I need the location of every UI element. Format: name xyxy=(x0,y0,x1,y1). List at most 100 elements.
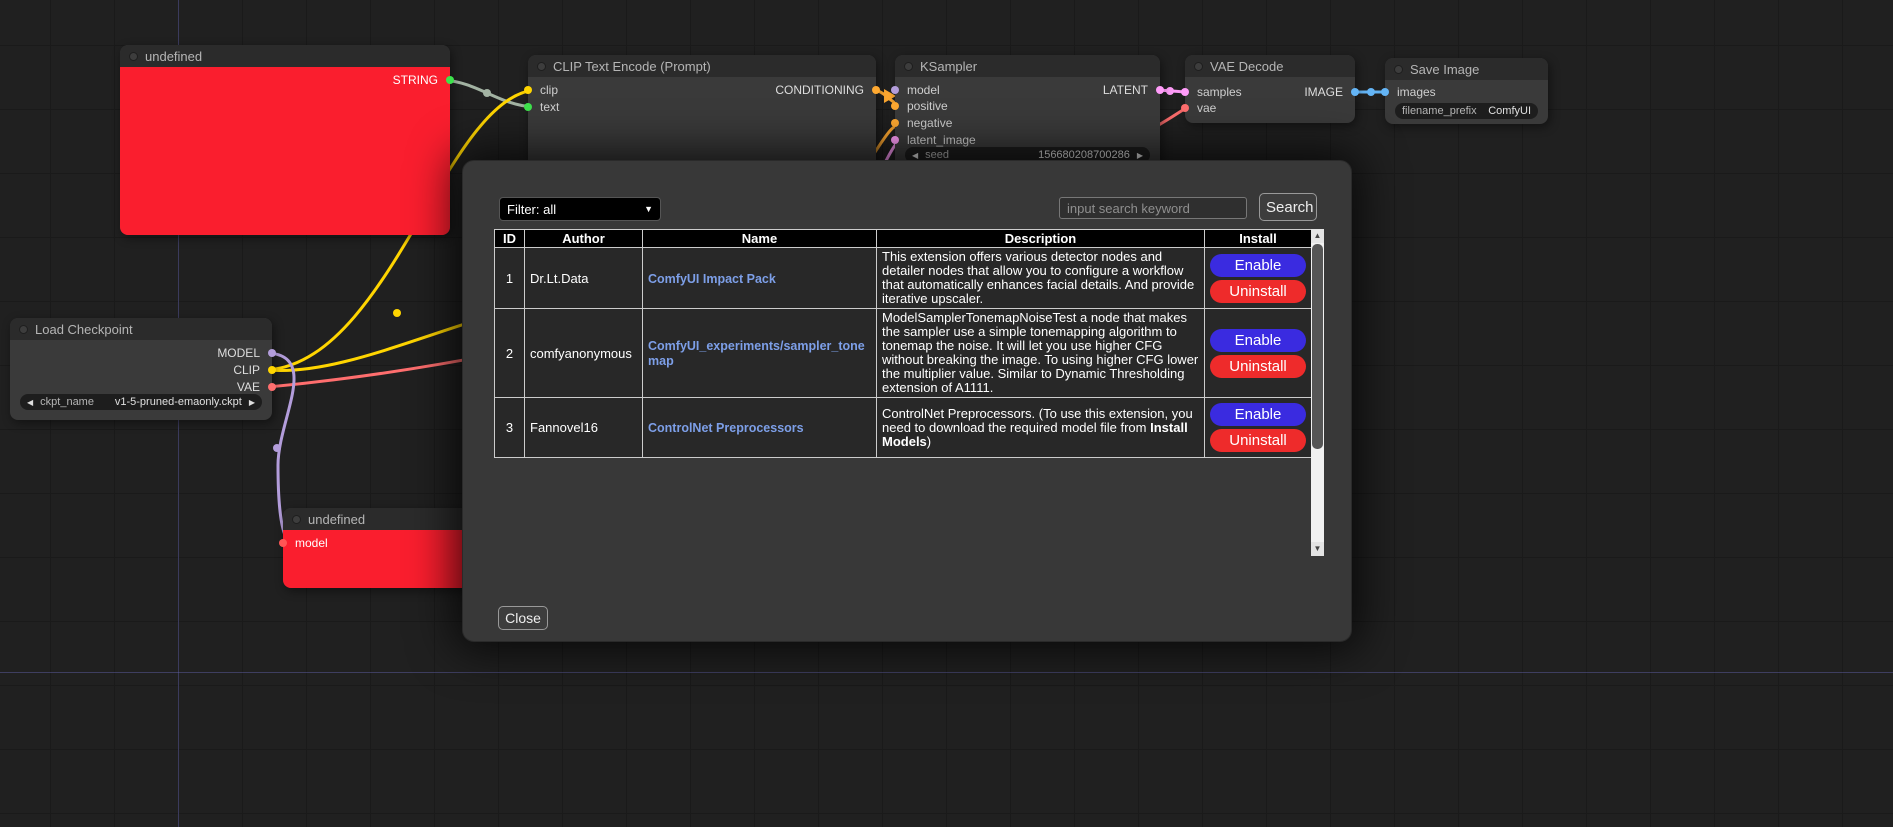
output-label-latent: LATENT xyxy=(1103,82,1148,98)
header-install: Install xyxy=(1205,230,1312,248)
search-button[interactable]: Search xyxy=(1259,193,1317,221)
extension-link[interactable]: ComfyUI_experiments/sampler_tonemap xyxy=(648,339,865,368)
enable-button[interactable]: Enable xyxy=(1210,403,1306,426)
node-titlebar[interactable]: Load Checkpoint xyxy=(10,318,272,340)
input-label-negative: negative xyxy=(907,116,952,130)
cell-description: ControlNet Preprocessors. (To use this e… xyxy=(877,398,1205,458)
node-title: CLIP Text Encode (Prompt) xyxy=(553,59,711,74)
next-icon[interactable]: ▶ xyxy=(249,398,255,407)
input-pin-model[interactable] xyxy=(891,86,899,94)
node-undefined-top[interactable]: undefined STRING xyxy=(120,45,450,235)
output-pin-latent[interactable] xyxy=(1156,86,1164,94)
output-pin-image[interactable] xyxy=(1351,88,1359,96)
uninstall-button[interactable]: Uninstall xyxy=(1210,429,1306,452)
filename-prefix-widget[interactable]: filename_prefix ComfyUI xyxy=(1395,103,1538,119)
output-label-model: MODEL xyxy=(217,345,260,361)
output-pin-model[interactable] xyxy=(268,349,276,357)
input-pin-negative[interactable] xyxy=(891,119,899,127)
node-title: Save Image xyxy=(1410,62,1479,77)
cell-author: Dr.Lt.Data xyxy=(525,248,643,309)
node-titlebar[interactable]: CLIP Text Encode (Prompt) xyxy=(528,55,876,77)
cell-author: comfyanonymous xyxy=(525,309,643,398)
input-label-text: text xyxy=(540,100,559,114)
input-label-model: model xyxy=(907,83,940,97)
node-status-icon xyxy=(537,62,546,71)
input-label-samples: samples xyxy=(1197,85,1242,99)
input-pin-model[interactable] xyxy=(279,539,287,547)
node-titlebar[interactable]: undefined xyxy=(120,45,450,67)
output-pin-clip[interactable] xyxy=(268,366,276,374)
input-label-positive: positive xyxy=(907,99,948,113)
cell-description: ModelSamplerTonemapNoiseTest a node that… xyxy=(877,309,1205,398)
node-ksampler[interactable]: KSampler model LATENT positive negative … xyxy=(895,55,1160,170)
scroll-down-icon[interactable]: ▼ xyxy=(1311,542,1324,556)
increment-icon[interactable]: ▶ xyxy=(1137,151,1143,160)
node-titlebar[interactable]: VAE Decode xyxy=(1185,55,1355,77)
input-pin-vae[interactable] xyxy=(1181,104,1189,112)
search-input[interactable] xyxy=(1059,197,1247,219)
input-pin-latent-image[interactable] xyxy=(891,136,899,144)
extension-link[interactable]: ControlNet Preprocessors xyxy=(648,421,804,435)
table-header-row: ID Author Name Description Install xyxy=(495,230,1312,248)
table-scrollbar[interactable]: ▲ ▼ xyxy=(1311,229,1324,556)
output-pin-vae[interactable] xyxy=(268,383,276,391)
filter-select[interactable]: Filter: all xyxy=(499,197,661,221)
uninstall-button[interactable]: Uninstall xyxy=(1210,280,1306,303)
cell-id: 3 xyxy=(495,398,525,458)
node-status-icon xyxy=(1394,65,1403,74)
cell-install: Enable Uninstall xyxy=(1205,398,1312,458)
input-pin-text[interactable] xyxy=(524,103,532,111)
output-label-clip: CLIP xyxy=(233,362,260,378)
ckpt-name-value: v1-5-pruned-emaonly.ckpt xyxy=(115,396,242,408)
uninstall-button[interactable]: Uninstall xyxy=(1210,355,1306,378)
node-save-image[interactable]: Save Image images filename_prefix ComfyU… xyxy=(1385,58,1548,124)
input-pin-samples[interactable] xyxy=(1181,88,1189,96)
node-title: Load Checkpoint xyxy=(35,322,133,337)
cell-install: Enable Uninstall xyxy=(1205,309,1312,398)
output-pin-conditioning[interactable] xyxy=(872,86,880,94)
header-author: Author xyxy=(525,230,643,248)
enable-button[interactable]: Enable xyxy=(1210,329,1306,352)
node-status-icon xyxy=(129,52,138,61)
ckpt-name-label: ckpt_name xyxy=(40,396,94,408)
cell-install: Enable Uninstall xyxy=(1205,248,1312,309)
node-titlebar[interactable]: Save Image xyxy=(1385,58,1548,80)
header-id: ID xyxy=(495,230,525,248)
extension-link[interactable]: ComfyUI Impact Pack xyxy=(648,272,776,286)
node-load-checkpoint[interactable]: Load Checkpoint MODEL CLIP VAE ◀ ckpt_na… xyxy=(10,318,272,420)
scroll-up-icon[interactable]: ▲ xyxy=(1311,229,1324,243)
close-button[interactable]: Close xyxy=(498,606,548,630)
input-label-images: images xyxy=(1397,85,1436,99)
output-pin-string[interactable] xyxy=(446,76,454,84)
cell-author: Fannovel16 xyxy=(525,398,643,458)
node-titlebar[interactable]: KSampler xyxy=(895,55,1160,77)
filename-prefix-value: ComfyUI xyxy=(1488,105,1531,117)
output-label-image: IMAGE xyxy=(1304,84,1343,100)
node-status-icon xyxy=(19,325,28,334)
input-label-model: model xyxy=(295,536,328,550)
header-description: Description xyxy=(877,230,1205,248)
filter-select-wrap: Filter: all ▼ xyxy=(499,197,661,221)
input-label-vae: vae xyxy=(1197,101,1216,115)
node-status-icon xyxy=(904,62,913,71)
cell-id: 2 xyxy=(495,309,525,398)
ckpt-name-widget[interactable]: ◀ ckpt_name v1-5-pruned-emaonly.ckpt ▶ xyxy=(20,394,262,410)
custom-nodes-manager-dialog: Filter: all ▼ Search ID Author Name Desc… xyxy=(462,160,1352,642)
input-pin-clip[interactable] xyxy=(524,86,532,94)
table-row: 2 comfyanonymous ComfyUI_experiments/sam… xyxy=(495,309,1312,398)
cell-description: This extension offers various detector n… xyxy=(877,248,1205,309)
input-pin-positive[interactable] xyxy=(891,102,899,110)
enable-button[interactable]: Enable xyxy=(1210,254,1306,277)
scrollbar-thumb[interactable] xyxy=(1312,244,1323,449)
node-title: undefined xyxy=(308,512,365,527)
input-pin-images[interactable] xyxy=(1381,88,1389,96)
node-vae-decode[interactable]: VAE Decode samples IMAGE vae xyxy=(1185,55,1355,123)
filename-prefix-label: filename_prefix xyxy=(1402,105,1477,117)
header-name: Name xyxy=(643,230,877,248)
node-status-icon xyxy=(292,515,301,524)
decrement-icon[interactable]: ◀ xyxy=(912,151,918,160)
previous-icon[interactable]: ◀ xyxy=(27,398,33,407)
output-label-conditioning: CONDITIONING xyxy=(775,82,864,98)
table-row: 3 Fannovel16 ControlNet Preprocessors Co… xyxy=(495,398,1312,458)
canvas-axis-horizontal xyxy=(0,672,1893,673)
